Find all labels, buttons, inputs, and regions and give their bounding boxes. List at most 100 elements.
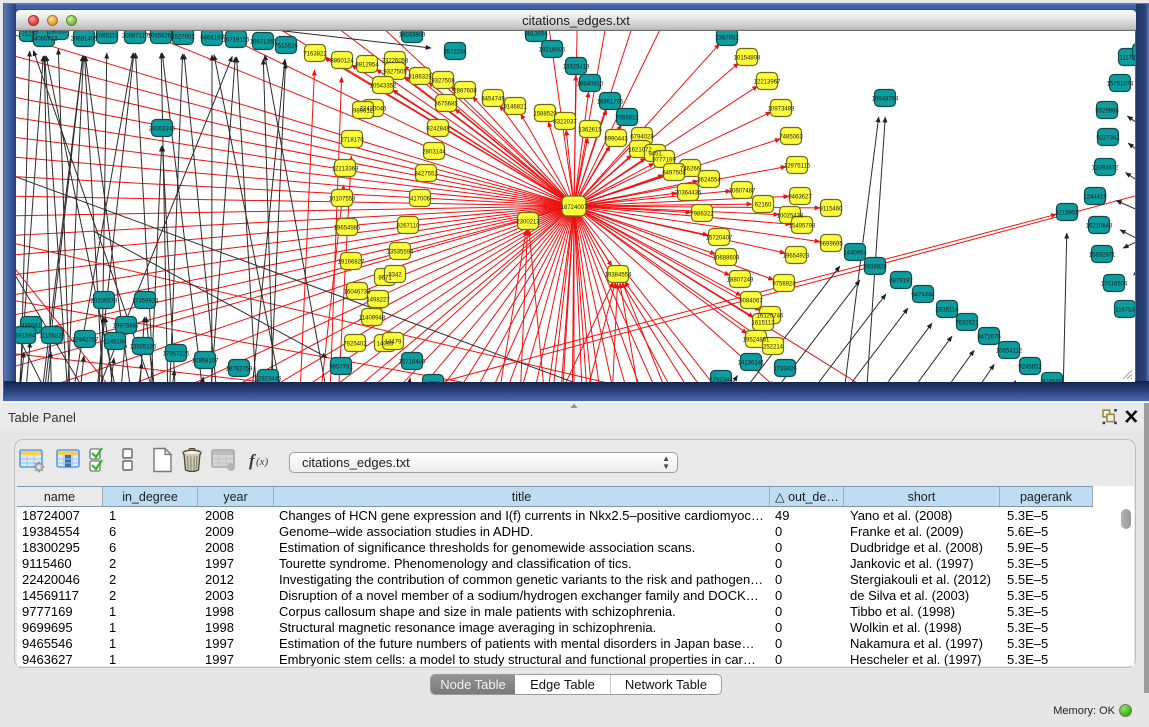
svg-text:23226058: 23226058 — [382, 59, 409, 65]
svg-text:1292344: 1292344 — [709, 378, 733, 383]
svg-text:10543352: 10543352 — [370, 84, 397, 90]
svg-text:2300213: 2300213 — [516, 220, 540, 226]
svg-text:(x): (x) — [256, 456, 269, 468]
svg-text:12975115: 12975115 — [784, 164, 811, 170]
svg-text:8342: 8342 — [388, 273, 402, 279]
svg-text:15716485: 15716485 — [399, 360, 426, 366]
svg-text:9245652: 9245652 — [1018, 365, 1042, 371]
svg-text:15495798: 15495798 — [789, 224, 816, 230]
svg-text:2803144: 2803144 — [422, 150, 446, 156]
svg-text:14479: 14479 — [385, 340, 402, 346]
svg-text:1252: 1252 — [426, 382, 440, 383]
svg-text:7163822: 7163822 — [303, 52, 327, 58]
svg-text:9329966: 9329966 — [1095, 109, 1119, 115]
svg-text:62160: 62160 — [755, 203, 772, 209]
svg-text:19524851: 19524851 — [743, 338, 770, 344]
svg-text:14055712: 14055712 — [31, 37, 58, 43]
svg-text:10607487: 10607487 — [729, 189, 756, 195]
svg-text:10107553: 10107553 — [329, 197, 356, 203]
svg-text:1362615: 1362615 — [578, 128, 602, 134]
svg-text:7632621: 7632621 — [955, 321, 979, 327]
svg-text:1527602: 1527602 — [171, 35, 195, 41]
svg-text:8186328: 8186328 — [408, 75, 432, 81]
svg-text:18724007: 18724007 — [561, 205, 588, 211]
svg-text:190557: 190557 — [48, 31, 69, 36]
svg-text:8813054: 8813054 — [524, 32, 548, 38]
svg-text:16120746: 16120746 — [757, 314, 784, 320]
svg-text:10654112: 10654112 — [996, 349, 1023, 355]
svg-text:10958107: 10958107 — [192, 359, 219, 365]
svg-text:924565: 924565 — [1042, 380, 1063, 383]
svg-text:252214: 252214 — [763, 345, 784, 351]
svg-text:8938928: 8938928 — [863, 265, 887, 271]
svg-text:7955812: 7955812 — [615, 116, 639, 122]
svg-text:8990443: 8990443 — [604, 137, 628, 143]
svg-text:2935114: 2935114 — [936, 308, 960, 314]
svg-text:7485063: 7485063 — [779, 135, 803, 141]
svg-text:13505135: 13505135 — [130, 345, 157, 351]
svg-text:10973493: 10973493 — [768, 107, 795, 113]
svg-text:8860124: 8860124 — [330, 59, 354, 65]
svg-text:3215955: 3215955 — [1055, 211, 1079, 217]
svg-text:19654923: 19654923 — [783, 254, 810, 260]
svg-text:19218506: 19218506 — [539, 48, 566, 54]
svg-text:20206578: 20206578 — [91, 299, 118, 305]
svg-text:1145194: 1145194 — [104, 340, 128, 346]
svg-text:20053346: 20053346 — [149, 127, 176, 133]
svg-text:16671355: 16671355 — [250, 40, 277, 46]
svg-text:7986322: 7986322 — [690, 212, 714, 218]
svg-text:2718170: 2718170 — [340, 138, 364, 144]
svg-text:989612: 989612 — [353, 109, 374, 115]
svg-text:16033809: 16033809 — [399, 33, 426, 39]
svg-text:7515526: 7515526 — [274, 44, 298, 50]
svg-text:417006: 417006 — [410, 197, 431, 203]
svg-text:10719155: 10719155 — [223, 38, 250, 44]
svg-text:8471676: 8471676 — [977, 335, 1001, 341]
svg-text:19975867: 19975867 — [113, 324, 140, 330]
svg-text:19166827: 19166827 — [338, 260, 365, 266]
svg-text:9084067: 9084067 — [739, 299, 763, 305]
svg-text:20364436: 20364436 — [675, 191, 702, 197]
svg-text:3624554: 3624554 — [697, 178, 721, 184]
svg-text:12213369: 12213369 — [332, 167, 359, 173]
svg-text:19654985: 19654985 — [334, 226, 361, 232]
svg-text:9327505: 9327505 — [383, 70, 407, 76]
svg-text:12942757: 12942757 — [72, 338, 99, 344]
svg-text:14136141: 14136141 — [738, 361, 765, 367]
svg-text:7625402: 7625402 — [343, 342, 367, 348]
svg-text:335061: 335061 — [21, 324, 42, 330]
svg-text:12093872: 12093872 — [1092, 166, 1119, 172]
svg-text:10648784: 10648784 — [872, 97, 899, 103]
svg-text:9115460: 9115460 — [820, 207, 844, 213]
svg-text:20691406: 20691406 — [71, 37, 98, 43]
svg-text:9242848: 9242848 — [426, 127, 450, 133]
svg-text:8912954: 8912954 — [355, 63, 379, 69]
svg-text:8267110: 8267110 — [397, 224, 421, 230]
svg-text:8427552: 8427552 — [414, 172, 438, 178]
svg-text:12213967: 12213967 — [754, 80, 781, 86]
svg-text:111725: 111725 — [1119, 56, 1135, 62]
svg-text:16782759: 16782759 — [226, 367, 253, 373]
svg-text:6879197: 6879197 — [889, 279, 913, 285]
svg-text:2387652: 2387652 — [715, 36, 739, 42]
svg-text:9146821: 9146821 — [503, 105, 527, 111]
svg-text:9327508: 9327508 — [431, 79, 455, 85]
svg-text:391594: 391594 — [16, 334, 36, 340]
svg-text:8454749: 8454749 — [481, 97, 505, 103]
svg-text:15720407: 15720407 — [706, 236, 733, 242]
svg-text:1440954: 1440954 — [843, 251, 867, 257]
svg-text:10025438: 10025438 — [777, 214, 804, 220]
svg-text:19384554: 19384554 — [605, 273, 632, 279]
svg-text:1588520: 1588520 — [533, 112, 557, 118]
svg-text:13535594: 13535594 — [387, 250, 414, 256]
svg-text:9474444: 9474444 — [911, 293, 935, 299]
svg-text:11409948: 11409948 — [359, 316, 386, 322]
svg-text:11156829: 11156829 — [39, 334, 65, 340]
svg-text:10688609: 10688609 — [713, 256, 740, 262]
svg-text:15692971: 15692971 — [1089, 253, 1116, 259]
svg-text:18807249: 18807249 — [727, 278, 754, 284]
svg-text:16046738: 16046738 — [344, 290, 371, 296]
svg-text:2065119: 2065119 — [96, 34, 120, 40]
svg-text:2867608: 2867608 — [453, 89, 477, 95]
svg-text:13325419: 13325419 — [563, 65, 590, 71]
